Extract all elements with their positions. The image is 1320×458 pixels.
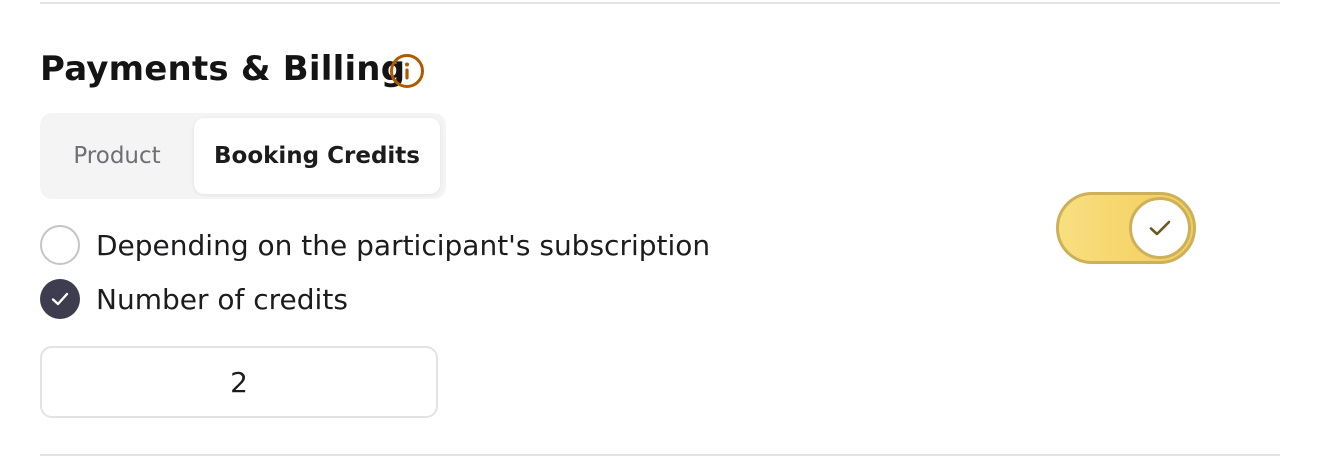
enable-toggle[interactable]: [1056, 192, 1196, 264]
radio-unchecked[interactable]: [40, 225, 80, 265]
option-subscription-label: Depending on the participant's subscript…: [96, 228, 711, 262]
bottom-divider: [40, 454, 1280, 456]
credits-input[interactable]: [40, 346, 438, 418]
info-circle-icon[interactable]: [389, 53, 425, 89]
check-icon: [1149, 220, 1171, 236]
tab-product[interactable]: Product: [40, 118, 194, 194]
option-number-of-credits[interactable]: Number of credits: [40, 279, 348, 319]
section-title: Payments & Billing: [40, 49, 406, 89]
top-divider: [40, 2, 1280, 4]
option-subscription[interactable]: Depending on the participant's subscript…: [40, 225, 710, 265]
option-number-of-credits-label: Number of credits: [96, 282, 348, 316]
radio-checked[interactable]: [40, 279, 80, 319]
billing-type-tabs: Product Booking Credits: [40, 113, 446, 199]
toggle-knob[interactable]: [1129, 197, 1191, 259]
tab-booking-credits[interactable]: Booking Credits: [194, 118, 440, 194]
check-icon: [51, 292, 69, 306]
